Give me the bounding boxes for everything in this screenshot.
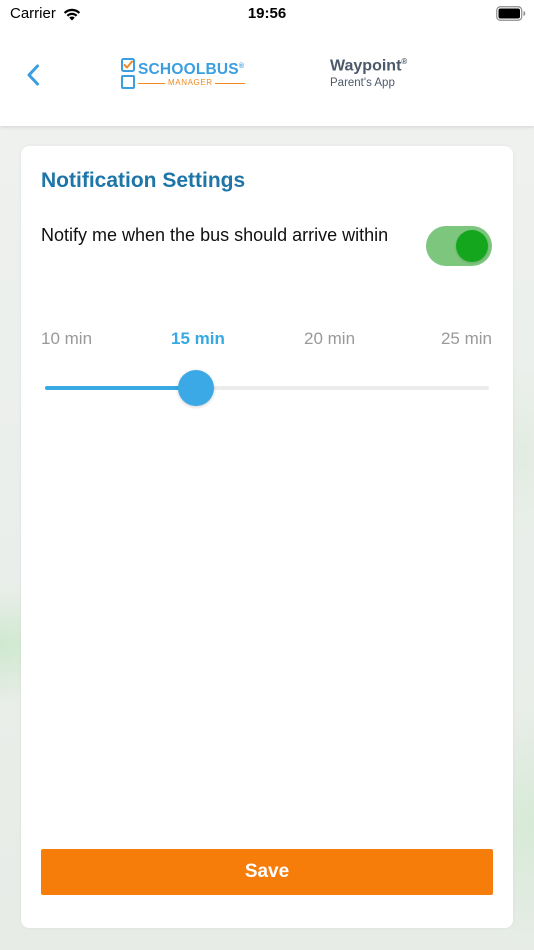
status-time: 19:56: [247, 5, 287, 22]
back-button[interactable]: [20, 60, 46, 90]
notify-toggle[interactable]: [426, 226, 492, 266]
status-bar: Carrier 19:56: [0, 0, 534, 30]
logo-trademark: ®: [238, 62, 245, 70]
save-button[interactable]: Save: [41, 849, 493, 895]
logo-divider: [215, 83, 245, 84]
checkbox-checked-icon: [121, 58, 135, 72]
schoolbus-manager-logo: SCHOOLBUS® MANAGER: [121, 58, 251, 94]
battery-icon: [496, 6, 526, 21]
slider-thumb[interactable]: [177, 370, 214, 406]
app-title: Waypoint®: [330, 57, 408, 75]
tick-label[interactable]: 10 min: [41, 329, 92, 349]
app-header: SCHOOLBUS® MANAGER Waypoint® Parent's Ap…: [0, 30, 534, 126]
tick-label-selected[interactable]: 15 min: [171, 329, 225, 349]
slider-fill: [45, 386, 196, 390]
logo-divider: [138, 83, 165, 84]
settings-title: Notification Settings: [41, 169, 246, 192]
logo-title: SCHOOLBUS®: [138, 61, 245, 78]
tick-label[interactable]: 25 min: [441, 329, 492, 349]
toggle-knob: [456, 230, 488, 262]
notification-settings-card: Notification Settings Notify me when the…: [21, 146, 513, 928]
app-trademark: ®: [401, 57, 408, 66]
app-subtitle: Parent's App: [330, 77, 395, 90]
arrival-time-slider[interactable]: [45, 370, 489, 406]
chevron-left-icon: [27, 64, 39, 86]
tick-label[interactable]: 20 min: [304, 329, 355, 349]
checkbox-empty-icon: [121, 75, 135, 89]
logo-subtitle: MANAGER: [168, 78, 213, 87]
waypoint-logo: Waypoint® Parent's App: [330, 57, 407, 89]
notify-label: Notify me when the bus should arrive wit…: [41, 225, 389, 245]
slider-tick-labels: 10 min 15 min 20 min 25 min: [41, 329, 492, 351]
